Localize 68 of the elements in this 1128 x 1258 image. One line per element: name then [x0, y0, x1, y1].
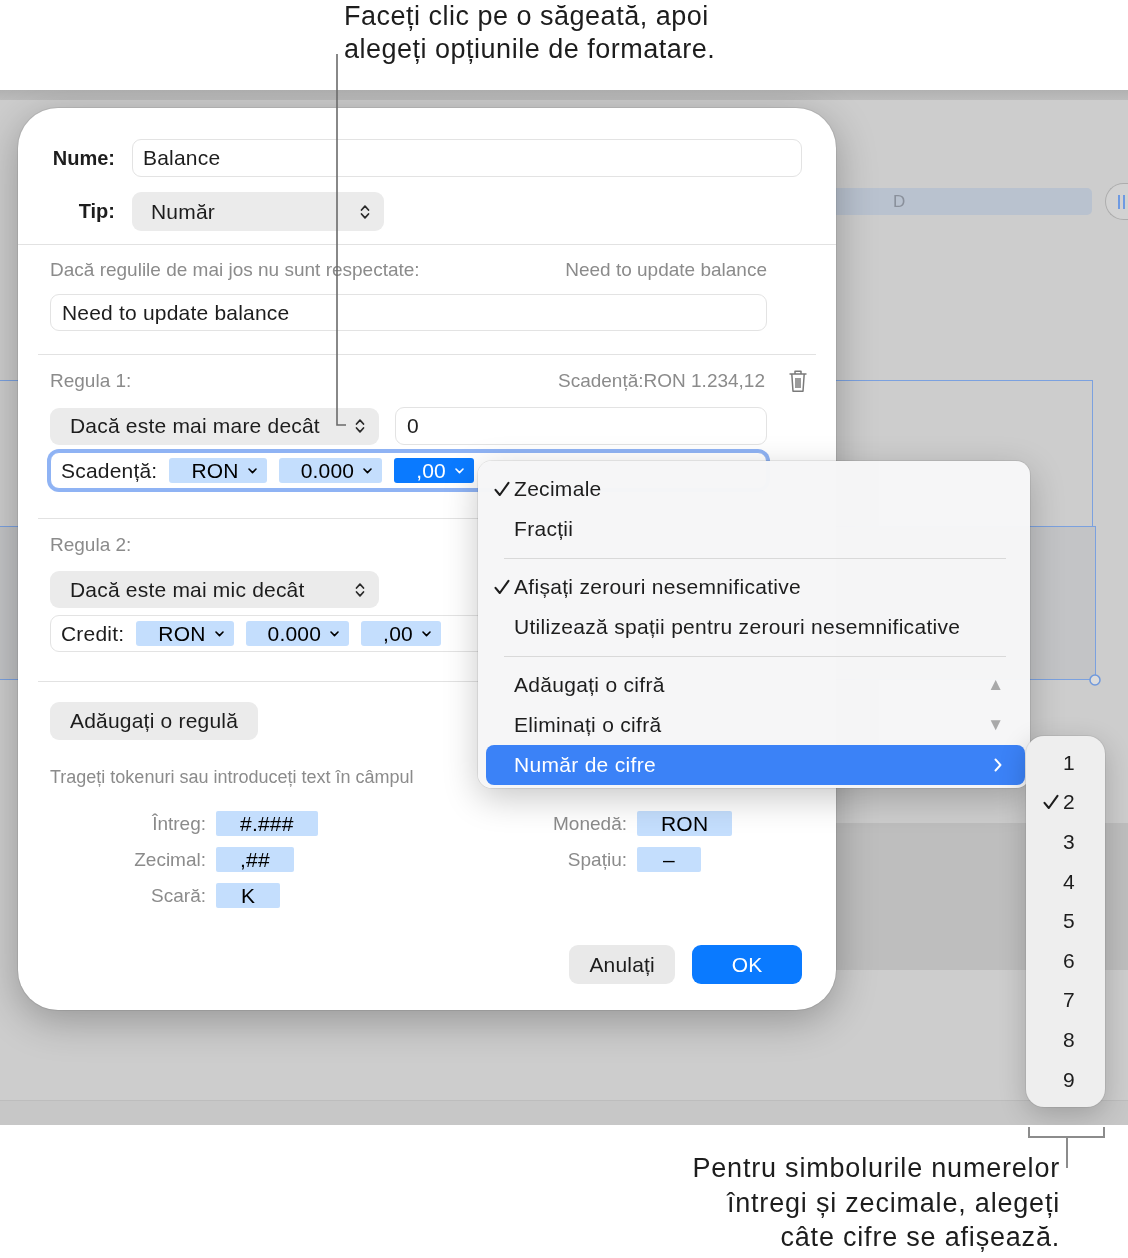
chevron-down-icon — [214, 630, 224, 637]
preview-text: Need to update balance — [565, 259, 767, 281]
callout-text: Faceți clic pe o săgeată, apoi alegeți opțiunile de formatare. — [344, 0, 717, 66]
up-down-chevron-icon — [355, 581, 365, 598]
format-token[interactable]: ,00 — [394, 458, 474, 483]
chevron-right-icon — [994, 758, 1002, 772]
condition-select[interactable]: Dacă este mai mare decât — [50, 407, 379, 445]
menu-item[interactable]: Afișați zerouri nesemnificative — [486, 567, 1025, 607]
checkmark-icon — [494, 579, 510, 595]
menu-item[interactable]: 6 — [1026, 940, 1105, 981]
chevron-down-icon — [330, 630, 340, 637]
name-field[interactable]: Balance — [132, 139, 802, 177]
chevron-down-icon — [421, 630, 431, 637]
token-label: Spațiu: — [566, 848, 627, 871]
condition-select[interactable]: Dacă este mai mic decât — [50, 571, 379, 608]
cancel-button[interactable]: Anulați — [569, 945, 675, 984]
drag-token[interactable]: #.### — [216, 811, 318, 836]
menu-item[interactable]: 2 — [1026, 782, 1105, 823]
menu-item[interactable]: 7 — [1026, 980, 1105, 1021]
menu-item[interactable]: Adăugați o cifră ▲ — [486, 665, 1025, 705]
token-label: Monedă: — [552, 812, 627, 835]
token-label: Zecimal: — [133, 848, 206, 871]
format-label: Credit: — [61, 621, 125, 646]
type-select[interactable]: Număr — [132, 192, 384, 231]
drag-token[interactable]: ,## — [216, 847, 294, 872]
menu-item[interactable]: 5 — [1026, 901, 1105, 941]
menu-item[interactable]: 3 — [1026, 822, 1105, 862]
arrow-symbol: ▲ — [987, 675, 1004, 695]
checkmark-icon — [1043, 794, 1059, 811]
text-field[interactable]: Need to update balance — [50, 294, 767, 331]
format-token[interactable]: RON — [169, 458, 267, 483]
hint-text: Trageți tokenuri sau introduceți text în câmpul — [50, 766, 414, 788]
value-field[interactable]: 0 — [395, 407, 767, 445]
checkmark-icon — [494, 481, 510, 497]
menu-item[interactable]: 1 — [1026, 743, 1105, 783]
bars-icon — [1118, 194, 1126, 209]
field-label: Tip: — [77, 200, 115, 223]
callout-text: Pentru simbolurile numerelor întregi și zecimale, alegeți câte cifre se afișează. — [691, 1152, 1060, 1254]
format-token[interactable]: ,00 — [361, 621, 441, 646]
format-token[interactable]: 0.000 — [278, 458, 383, 483]
format-token[interactable]: RON — [136, 621, 234, 646]
menu-item[interactable]: 8 — [1026, 1020, 1105, 1060]
arrow-symbol: ▼ — [987, 715, 1004, 735]
menu-item[interactable]: 9 — [1026, 1059, 1105, 1100]
add-rule-button[interactable]: Adăugați o regulă — [50, 702, 259, 740]
up-down-chevron-icon — [355, 418, 365, 434]
drag-token[interactable]: K — [216, 883, 280, 908]
ok-button[interactable]: OK — [692, 945, 802, 984]
selection-handle[interactable] — [1089, 674, 1101, 686]
chevron-down-icon — [455, 467, 464, 474]
rule-title: Regula 1: — [50, 370, 132, 392]
chevron-down-icon — [247, 467, 257, 474]
format-label: Scadență: — [61, 458, 158, 483]
field-label: Nume: — [51, 146, 115, 170]
up-down-chevron-icon — [360, 203, 370, 220]
menu-item[interactable]: 4 — [1026, 861, 1105, 902]
rule-preview: Scadență:RON 1.234,12 — [557, 370, 765, 392]
menu-item[interactable]: Eliminați o cifră ▼ — [486, 705, 1025, 745]
chevron-down-icon — [363, 467, 373, 474]
token-label: Întreg: — [151, 812, 206, 835]
format-token[interactable]: 0.000 — [245, 621, 350, 646]
menu-item[interactable]: Număr de cifre — [486, 745, 1025, 785]
drag-token[interactable]: RON — [637, 811, 733, 836]
rule-title: Regula 2: — [50, 534, 132, 556]
token-label: Scară: — [150, 884, 206, 907]
trash-icon[interactable] — [788, 369, 808, 393]
menu-item[interactable]: Fracții — [486, 509, 1025, 549]
drag-token[interactable]: – — [637, 847, 701, 872]
